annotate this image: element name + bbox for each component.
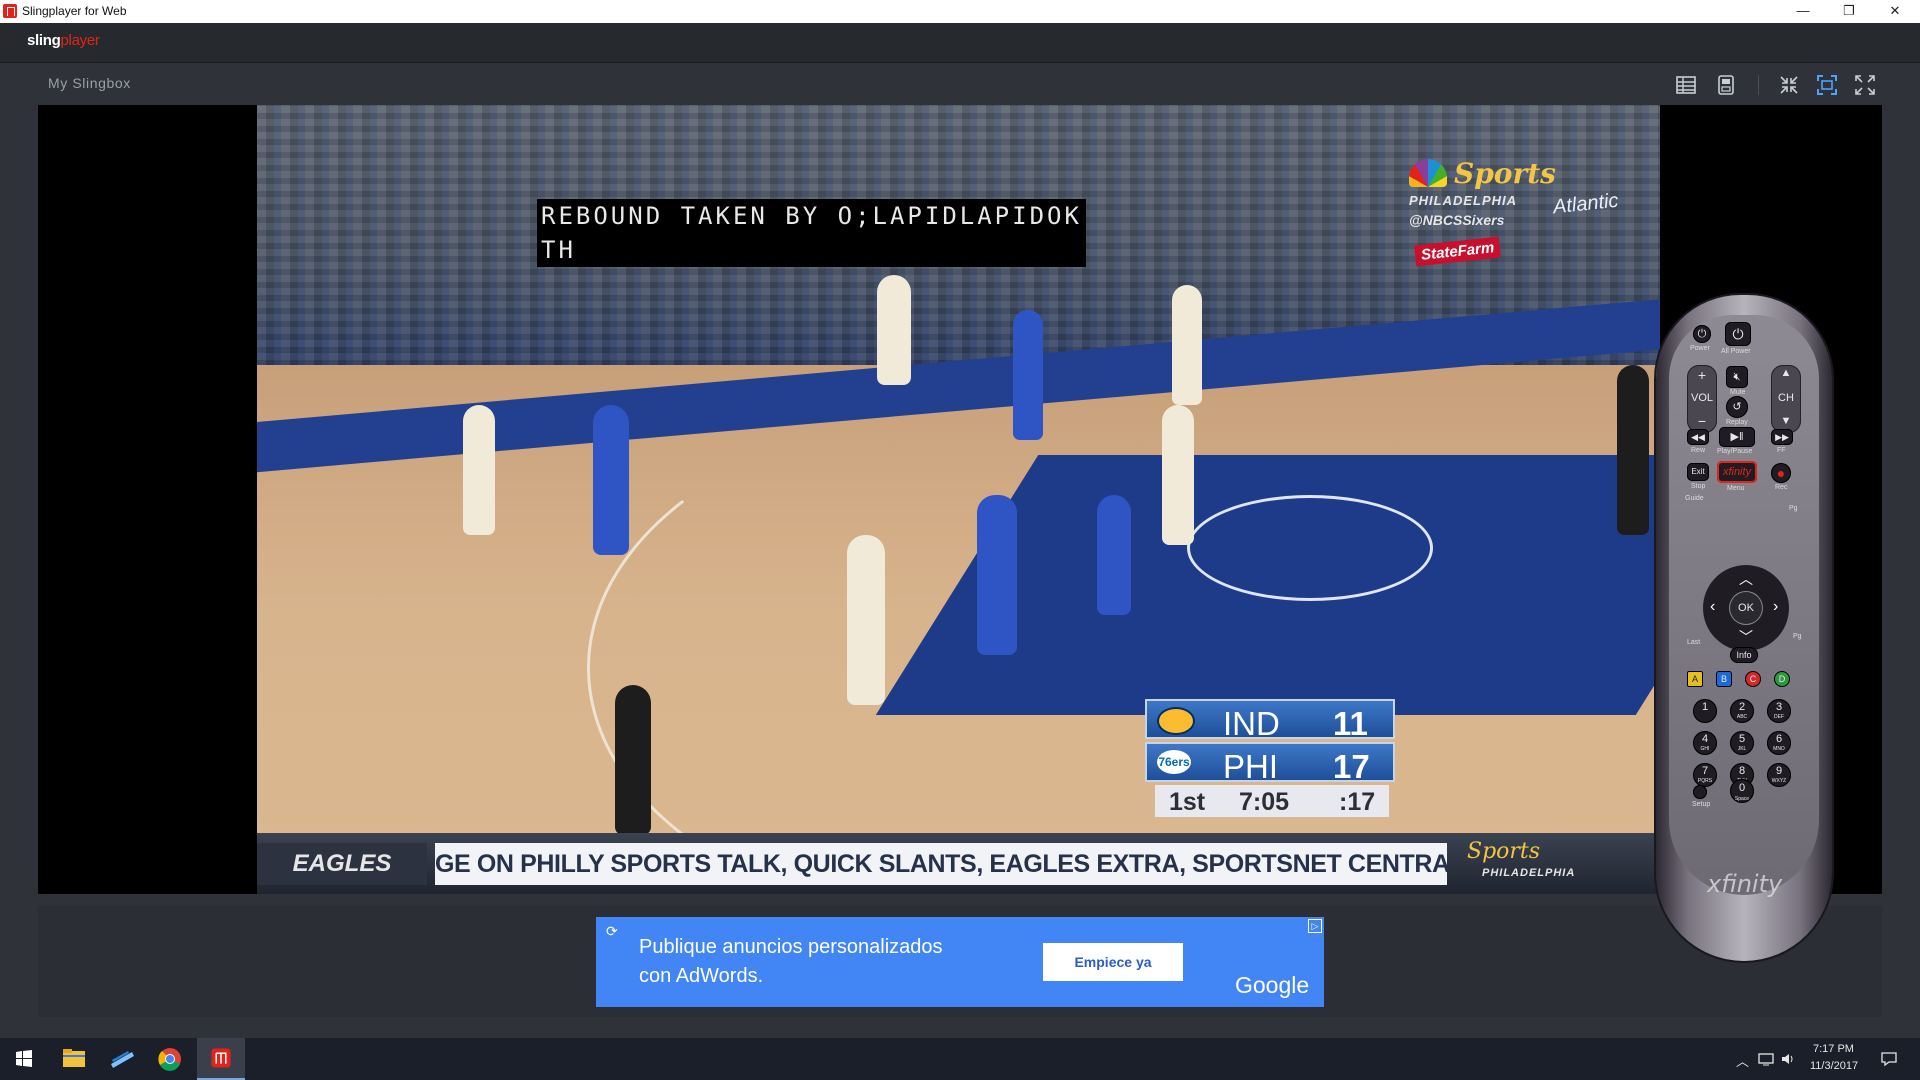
player-ind	[877, 275, 911, 385]
restore-button[interactable]: ❐	[1826, 0, 1872, 23]
window-titlebar: Slingplayer for Web — ❐ ✕	[0, 0, 1920, 24]
news-ticker: EAGLES GE ON PHILLY SPORTS TALK, QUICK S…	[257, 833, 1660, 894]
player-phi	[1097, 495, 1131, 615]
volume-icon[interactable]	[1780, 1051, 1796, 1067]
windows-taskbar: ︿ 7:17 PM 11/3/2017	[0, 1038, 1920, 1080]
player-ind	[1172, 285, 1202, 405]
digit-4-button[interactable]: 4 GHI	[1693, 731, 1717, 755]
slingplayer-taskbar-icon[interactable]	[197, 1038, 245, 1080]
volume-rocker[interactable]: + VOL −	[1687, 365, 1717, 433]
taskbar-time[interactable]: 7:17 PM	[1813, 1043, 1854, 1055]
shrink-icon[interactable]	[1777, 73, 1801, 97]
adwords-banner[interactable]: ⟳ ▷ Publique anuncios personalizados con …	[596, 917, 1324, 1007]
down-arrow-icon[interactable]: ﹀	[1739, 627, 1753, 647]
replay-button[interactable]: ↺	[1726, 396, 1748, 418]
chrome-icon[interactable]	[146, 1038, 194, 1080]
google-logo: Google	[1235, 972, 1310, 998]
slingplayer-app-icon	[3, 4, 17, 18]
color-key-c[interactable]: C	[1745, 671, 1761, 687]
file-explorer-icon[interactable]	[50, 1038, 98, 1080]
rewind-button[interactable]: ◀◀	[1687, 429, 1709, 445]
remote-save-icon[interactable]	[1714, 73, 1738, 97]
video-pane[interactable]: REBOUND TAKEN BY O;LAPIDLAPIDOK TH Sports…	[38, 105, 1882, 894]
up-arrow-icon[interactable]: ︿	[1739, 569, 1753, 589]
setup-button[interactable]	[1693, 785, 1707, 799]
fit-screen-icon[interactable]	[1815, 73, 1839, 97]
player-phi	[977, 495, 1017, 655]
remote-face: ⏻ Power ⏻ All Power + VOL − 🔇︎ Mute ↺ Re…	[1669, 315, 1819, 898]
guide-grid-icon[interactable]	[1674, 73, 1698, 97]
virtual-remote: ⏻ Power ⏻ All Power + VOL − 🔇︎ Mute ↺ Re…	[1656, 295, 1832, 961]
start-now-button[interactable]: Empiece ya	[1043, 943, 1183, 981]
ticker-brand: Sports	[1467, 839, 1541, 864]
digit-6-button[interactable]: 6 MNO	[1767, 731, 1791, 755]
play-pause-button[interactable]: ▶‖	[1719, 427, 1755, 447]
xfinity-logo: xfinity	[1707, 870, 1783, 898]
player-ind	[463, 405, 495, 535]
digit-7-button[interactable]: 7 PQRS	[1693, 763, 1717, 787]
closed-caption: REBOUND TAKEN BY O;LAPIDLAPIDOK TH	[537, 199, 1086, 267]
mute-button[interactable]: 🔇︎	[1726, 366, 1748, 388]
live-video[interactable]: REBOUND TAKEN BY O;LAPIDLAPIDOK TH Sports…	[257, 105, 1660, 894]
info-button[interactable]: Info	[1730, 647, 1758, 663]
record-button[interactable]: ●	[1771, 463, 1791, 483]
refresh-icon[interactable]: ⟳	[606, 923, 618, 940]
app-header: slingplayer	[0, 23, 1920, 63]
taskbar-date[interactable]: 11/3/2017	[1810, 1060, 1858, 1072]
all-power-button[interactable]: ⏻	[1725, 322, 1751, 346]
ok-button[interactable]: OK	[1729, 591, 1763, 625]
pacers-logo-icon	[1157, 707, 1195, 735]
right-arrow-icon[interactable]: ›	[1773, 598, 1778, 616]
referee	[1617, 365, 1649, 535]
toolbar-divider	[1758, 75, 1759, 95]
ticker-brand-city: PHILADELPHIA	[1482, 867, 1576, 879]
game-clock: 1st 7:05 :17	[1155, 785, 1389, 817]
main-area: My Slingbox REBOUND TAKEN BY O;LAPIDLAPI…	[0, 63, 1920, 1038]
ad-info-icon[interactable]: ▷	[1308, 919, 1322, 933]
color-key-b[interactable]: B	[1716, 671, 1732, 687]
digit-9-button[interactable]: 9 WXYZ	[1767, 763, 1791, 787]
close-button[interactable]: ✕	[1872, 0, 1918, 23]
tray-chevron-icon[interactable]: ︿	[1736, 1051, 1749, 1070]
exit-button[interactable]: Exit	[1687, 463, 1709, 481]
navigation-dpad[interactable]: ︿ ﹀ ‹ › OK	[1703, 565, 1789, 651]
ad-text: Publique anuncios personalizados con AdWo…	[639, 936, 943, 987]
network-icon[interactable]	[1758, 1052, 1774, 1066]
digit-0-button[interactable]: 0 Space	[1730, 779, 1754, 803]
player-ind	[1162, 405, 1194, 545]
digit-3-button[interactable]: 3 DEF	[1767, 699, 1791, 723]
referee	[615, 685, 651, 835]
sixers-logo-icon: 76ers	[1157, 750, 1191, 774]
scoreboard: IND 11 76ers PHI 17 1st 7:05 :17	[1145, 699, 1395, 821]
windows-start-icon[interactable]	[0, 1038, 48, 1080]
slingbox-name[interactable]: My Slingbox	[48, 75, 131, 91]
left-arrow-icon[interactable]: ‹	[1710, 598, 1715, 616]
color-key-a[interactable]: A	[1687, 671, 1703, 687]
player-phi	[1013, 310, 1043, 440]
app-blue-icon[interactable]	[98, 1038, 146, 1080]
channel-rocker[interactable]: ▲ CH ▼	[1771, 365, 1801, 433]
scoreboard-row-ind: IND 11	[1145, 699, 1395, 742]
ticker-text: GE ON PHILLY SPORTS TALK, QUICK SLANTS, …	[435, 843, 1447, 885]
ticker-label: EAGLES	[257, 843, 427, 885]
scoreboard-row-phi: 76ers PHI 17	[1145, 742, 1395, 785]
power-button[interactable]: ⏻	[1693, 325, 1711, 343]
action-center-icon[interactable]	[1880, 1050, 1898, 1068]
fullscreen-icon[interactable]	[1853, 73, 1877, 97]
minimize-button[interactable]: —	[1780, 0, 1826, 23]
window-title: Slingplayer for Web	[22, 4, 127, 18]
menu-button[interactable]: xfinity	[1717, 461, 1757, 483]
digit-5-button[interactable]: 5 JKL	[1730, 731, 1754, 755]
player-phi	[593, 405, 629, 555]
color-key-d[interactable]: D	[1774, 671, 1790, 687]
digit-1-button[interactable]: 1	[1693, 699, 1717, 723]
digit-2-button[interactable]: 2 ABC	[1730, 699, 1754, 723]
player-ind	[847, 535, 885, 705]
slingplayer-logo: slingplayer	[27, 32, 100, 49]
fast-forward-button[interactable]: ▶▶	[1771, 429, 1793, 445]
